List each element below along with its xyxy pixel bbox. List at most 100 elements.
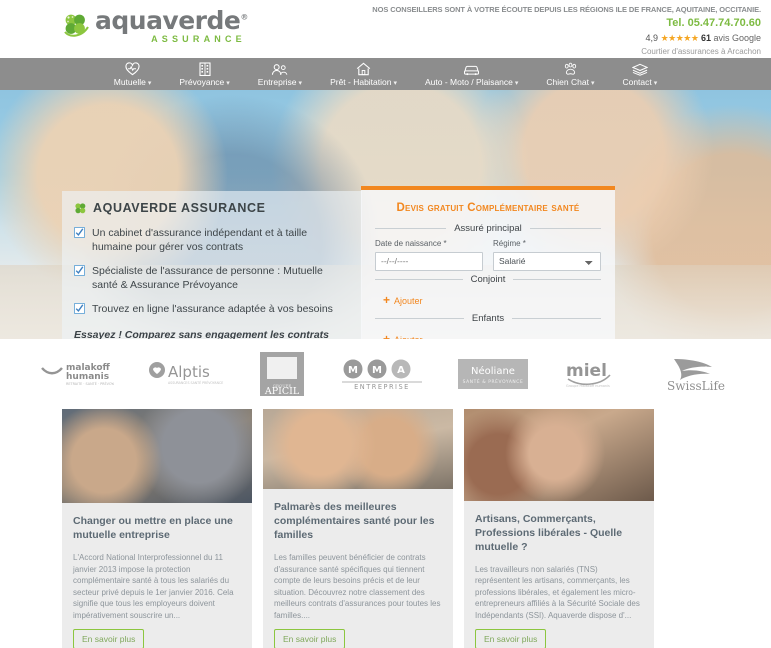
regime-select[interactable]: Salarié: [493, 251, 601, 271]
article-image: [464, 409, 654, 501]
form-row-principal: Date de naissance * Régime * Salarié: [375, 239, 601, 271]
article-excerpt: L'Accord National Interprofessionnel du …: [73, 553, 234, 620]
partner-logo-mma-entreprise[interactable]: M M A ENTREPRISE: [340, 357, 424, 391]
add-conjoint-label: Ajouter: [394, 295, 423, 306]
partner-logo-apicil[interactable]: GROUPE APICIL: [258, 351, 306, 397]
quote-form: Devis gratuit Complémentaire santé Assur…: [361, 186, 615, 339]
nav-label: Mutuelle ▾: [113, 77, 152, 87]
paw-icon: [563, 62, 578, 76]
add-conjoint-button[interactable]: + Ajouter: [383, 293, 423, 307]
article-body: Palmarès des meilleures complémentaires …: [263, 489, 453, 648]
read-more-button[interactable]: En savoir plus: [475, 629, 547, 648]
logo-subtitle: ASSURANCE: [151, 34, 246, 44]
layers-icon: [631, 62, 648, 76]
form-section-conjoint: Conjoint: [375, 274, 601, 285]
nav-label: Entreprise ▾: [257, 77, 303, 87]
nav-label: Prêt - Habitation ▾: [330, 77, 397, 87]
birthdate-label: Date de naissance *: [375, 239, 447, 248]
article-card[interactable]: Palmarès des meilleures complémentaires …: [263, 409, 453, 648]
article-cards: Changer ou mettre en place une mutuelle …: [0, 409, 771, 648]
svg-text:Néoliane: Néoliane: [471, 365, 515, 377]
article-body: Artisans, Commerçants, Professions libér…: [464, 501, 654, 648]
hero-bullet: Spécialiste de l'assurance de personne :…: [74, 264, 348, 292]
svg-text:A: A: [397, 365, 405, 376]
article-excerpt: Les travailleurs non salariés (TNS) repr…: [475, 564, 640, 620]
svg-text:ENTREPRISE: ENTREPRISE: [354, 383, 410, 391]
google-rating[interactable]: 4,9 ★★★★★ 61 avis Google: [372, 33, 761, 44]
people-icon: [271, 62, 288, 76]
partner-logo-miel[interactable]: miel Groupe malakoff humanis: [562, 358, 626, 390]
article-image: [62, 409, 252, 503]
hero-bullet: Trouvez en ligne l'assurance adaptée à v…: [74, 302, 348, 318]
heart-pulse-icon: [125, 62, 140, 76]
checkbox-checked-icon: [74, 265, 85, 292]
nav-item-entreprise[interactable]: Entreprise ▾: [244, 58, 316, 90]
hero-text-panel: AQUAVERDE ASSURANCE Un cabinet d'assuran…: [62, 191, 362, 339]
main-navigation: Mutuelle ▾ Prévoyance ▾ Entreprise ▾ Prêt -…: [0, 58, 771, 90]
rating-count: 61: [700, 33, 711, 43]
article-title: Artisans, Commerçants, Professions libér…: [475, 512, 623, 553]
nav-item-pret-habitation[interactable]: Prêt - Habitation ▾: [316, 58, 411, 90]
article-card[interactable]: Changer ou mettre en place une mutuelle …: [62, 409, 252, 648]
chevron-down-icon: ▾: [147, 80, 152, 87]
clover-icon-small: [74, 202, 87, 215]
article-body: Changer ou mettre en place une mutuelle …: [62, 503, 252, 648]
nav-label: Contact ▾: [622, 77, 658, 87]
add-enfant-button[interactable]: + Ajouter: [383, 332, 423, 340]
rating-stars-icon: ★★★★★: [660, 33, 699, 43]
hero-title-row: AQUAVERDE ASSURANCE: [74, 201, 348, 215]
article-excerpt: Les familles peuvent bénéficier de contr…: [274, 553, 441, 620]
nav-item-chien-chat[interactable]: Chien Chat ▾: [532, 58, 608, 90]
hero-bullet-text: Spécialiste de l'assurance de personne :…: [92, 265, 323, 291]
regime-field-group: Régime * Salarié: [493, 239, 601, 271]
chevron-down-icon: ▾: [226, 80, 230, 87]
read-more-button[interactable]: En savoir plus: [73, 629, 145, 648]
form-section-principal: Assuré principal: [375, 223, 601, 234]
nav-label: Prévoyance ▾: [179, 77, 230, 87]
header-tagline: NOS CONSEILLERS SONT À VOTRE ÉCOUTE DEPU…: [372, 5, 761, 14]
form-section-enfants: Enfants: [375, 313, 601, 324]
site-logo[interactable]: aquaverde® ASSURANCE: [62, 8, 248, 44]
chevron-down-icon: ▾: [653, 80, 658, 87]
nav-item-prevoyance[interactable]: Prévoyance ▾: [165, 58, 243, 90]
nav-label: Chien Chat ▾: [546, 77, 595, 87]
svg-text:SwissLife: SwissLife: [667, 379, 725, 393]
nav-item-contact[interactable]: Contact ▾: [608, 58, 671, 90]
chevron-down-icon: ▾: [514, 80, 519, 87]
plus-icon: +: [383, 293, 391, 307]
partner-logo-swisslife[interactable]: SwissLife: [660, 355, 732, 393]
partner-logos-strip: malakoff humanis RETRAITE · SANTÉ · PRÉV…: [0, 339, 771, 409]
birthdate-field-group: Date de naissance *: [375, 239, 483, 271]
birthdate-input[interactable]: [375, 251, 483, 271]
hero-bullet: Un cabinet d'assurance indépendant et à …: [74, 226, 348, 254]
svg-text:APICIL: APICIL: [263, 386, 299, 397]
partner-logo-alptis[interactable]: Alptis ASSURANCES SANTÉ PRÉVOYANCE: [148, 359, 224, 389]
building-icon: [198, 62, 212, 76]
article-title: Changer ou mettre en place une mutuelle …: [73, 515, 233, 541]
article-card[interactable]: Artisans, Commerçants, Professions libér…: [464, 409, 654, 648]
partner-logo-neoliane[interactable]: Néoliane SANTÉ & PRÉVOYANCE: [457, 357, 528, 391]
rating-label: avis Google: [713, 33, 761, 43]
article-image: [263, 409, 453, 489]
hero-banner: AQUAVERDE ASSURANCE Un cabinet d'assuran…: [0, 90, 771, 339]
svg-text:Alptis: Alptis: [168, 363, 210, 381]
chevron-down-icon: ▾: [590, 80, 595, 87]
form-title: Devis gratuit Complémentaire santé: [396, 202, 580, 214]
read-more-button[interactable]: En savoir plus: [274, 629, 346, 648]
regime-label: Régime *: [493, 239, 526, 248]
logo-trademark: ®: [240, 12, 248, 22]
add-enfant-label: Ajouter: [394, 335, 423, 340]
svg-text:ASSURANCES SANTÉ PRÉVOYANCE: ASSURANCES SANTÉ PRÉVOYANCE: [168, 380, 223, 385]
nav-item-auto-moto-plaisance[interactable]: Auto - Moto / Plaisance ▾: [411, 58, 532, 90]
svg-text:Groupe malakoff humanis: Groupe malakoff humanis: [566, 384, 610, 388]
page-title: AQUAVERDE ASSURANCE: [93, 201, 266, 215]
svg-text:M: M: [348, 365, 358, 376]
header-phone[interactable]: Tel. 05.47.74.70.60: [372, 17, 761, 29]
site-header: aquaverde® ASSURANCE NOS CONSEILLERS SON…: [0, 0, 771, 58]
partner-logo-malakoff-humanis[interactable]: malakoff humanis RETRAITE · SANTÉ · PRÉV…: [40, 359, 114, 389]
chevron-down-icon: ▾: [393, 80, 397, 87]
nav-item-mutuelle[interactable]: Mutuelle ▾: [100, 58, 166, 90]
plus-icon: +: [383, 332, 391, 339]
chevron-down-icon: ▾: [298, 80, 303, 87]
hero-note: Essayez ! Comparez sans engagement les c…: [74, 329, 330, 339]
